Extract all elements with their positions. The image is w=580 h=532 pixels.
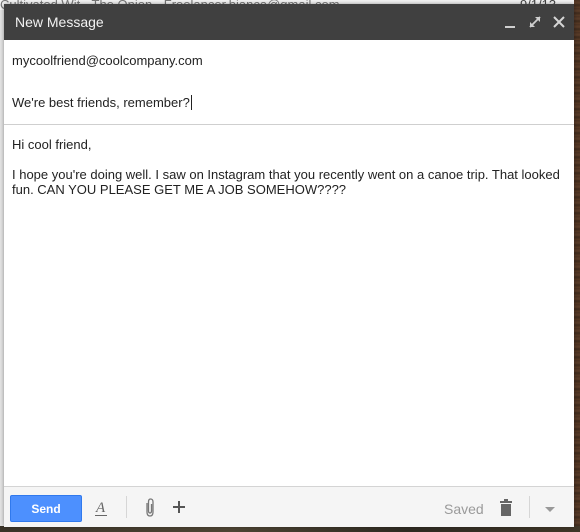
subject-text: We're best friends, remember? [12, 95, 190, 110]
close-button[interactable] [549, 12, 569, 32]
text-format-icon: A [95, 500, 107, 516]
minimize-button[interactable] [500, 12, 520, 32]
popout-button[interactable] [525, 12, 545, 32]
subject-field[interactable]: We're best friends, remember? [4, 82, 574, 125]
toolbar-divider-right [529, 496, 530, 518]
save-status: Saved [444, 501, 484, 517]
compose-toolbar: Send A Saved [4, 486, 574, 527]
more-insert-button[interactable] [170, 498, 188, 521]
background-wallpaper [574, 0, 580, 532]
to-recipient[interactable]: mycoolfriend@coolcompany.com [12, 53, 203, 68]
paperclip-icon [146, 498, 154, 517]
text-cursor [190, 95, 192, 110]
body-paragraph: I hope you're doing well. I saw on Insta… [12, 167, 560, 197]
discard-button[interactable] [498, 497, 514, 524]
toolbar-divider [126, 496, 127, 518]
plus-icon [173, 501, 185, 513]
expand-icon [529, 16, 541, 28]
send-button[interactable]: Send [10, 495, 82, 522]
close-icon [553, 16, 565, 28]
compose-titlebar[interactable]: New Message [4, 4, 574, 40]
message-body[interactable]: Hi cool friend, I hope you're doing well… [4, 125, 574, 485]
svg-text:A: A [95, 500, 106, 516]
body-greeting: Hi cool friend, [12, 137, 92, 152]
more-options-button[interactable] [544, 501, 556, 519]
to-field[interactable]: mycoolfriend@coolcompany.com [4, 40, 574, 83]
trash-icon [500, 499, 512, 516]
dropdown-arrow-icon [545, 507, 555, 512]
compose-window: New Message mycoolfriend@coolcompany.com… [4, 4, 574, 527]
formatting-button[interactable]: A [92, 497, 112, 524]
subject-input[interactable]: We're best friends, remember? [12, 95, 192, 110]
minimize-icon [505, 26, 515, 28]
attach-button[interactable] [142, 497, 158, 524]
compose-title: New Message [15, 14, 104, 30]
